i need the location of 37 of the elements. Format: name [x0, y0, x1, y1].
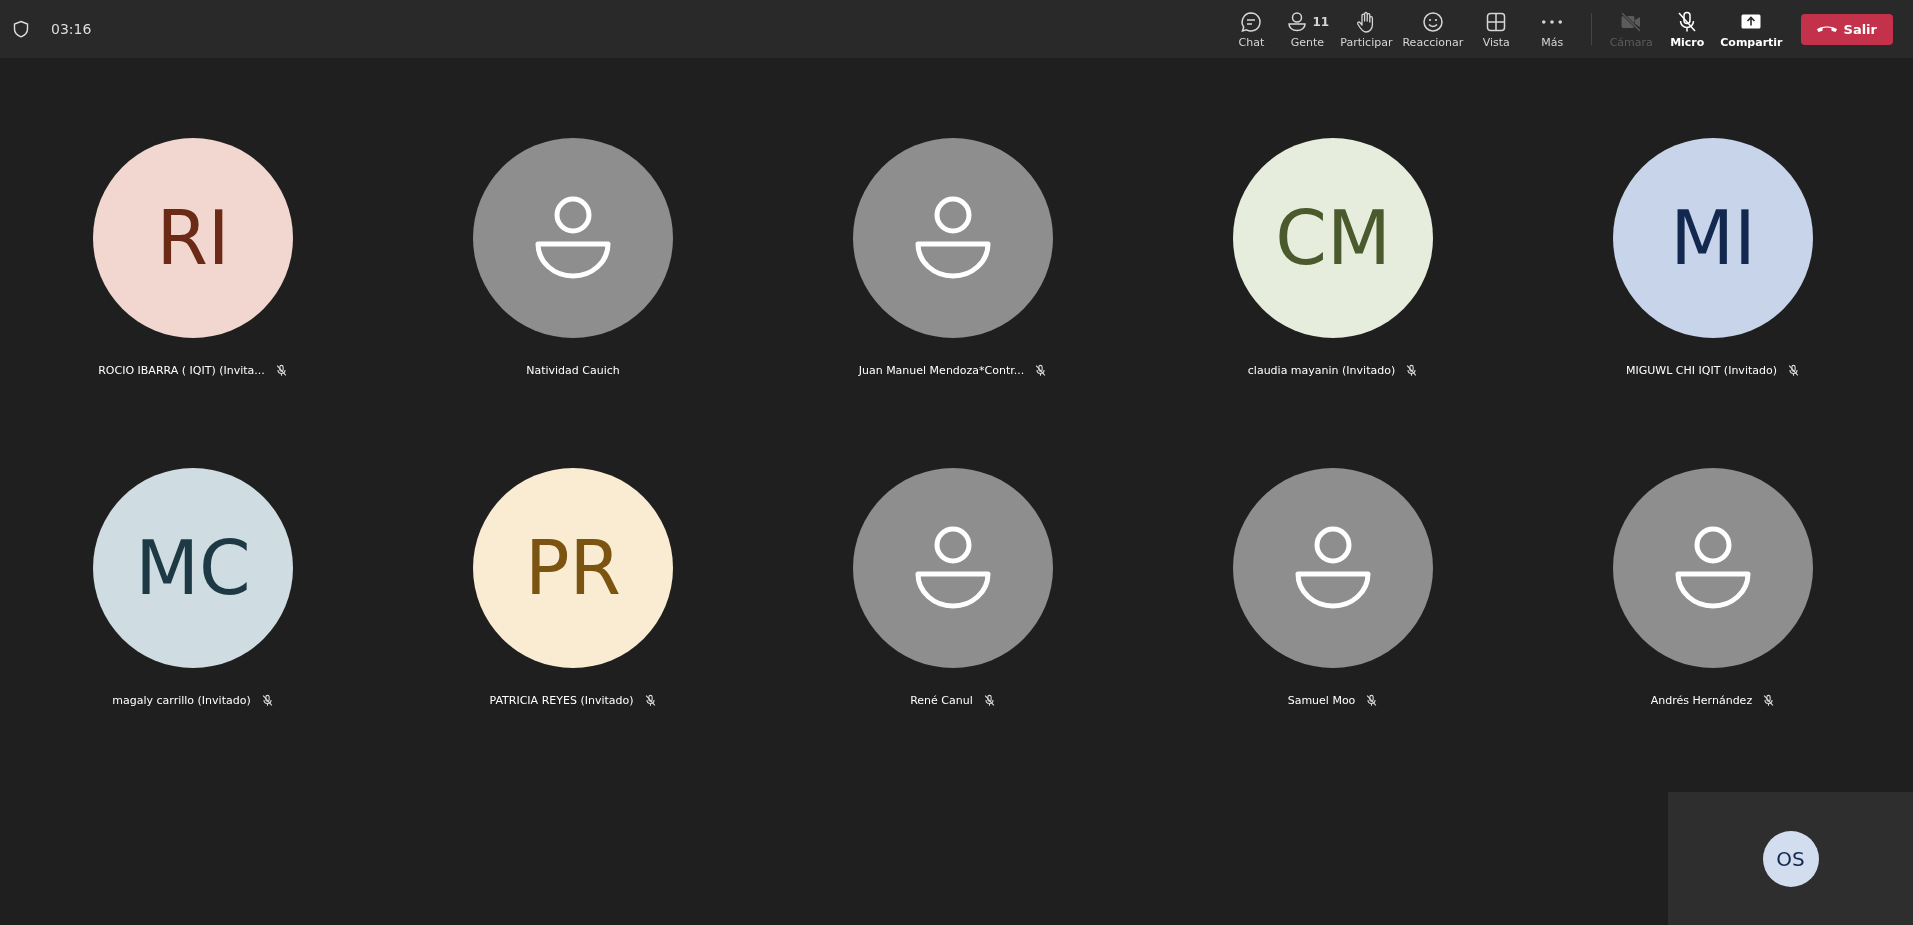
person-icon — [1293, 526, 1373, 610]
participant-name: magaly carrillo (Invitado) — [112, 693, 251, 707]
participant-name: MIGUWL CHI IQIT (Invitado) — [1626, 363, 1777, 377]
participant-name: ROCIO IBARRA ( IQIT) (Invita... — [98, 363, 265, 377]
participant-name: Juan Manuel Mendoza*Contr... — [858, 363, 1025, 377]
participant-name: claudia mayanin (Invitado) — [1247, 363, 1396, 377]
leave-button[interactable]: Salir — [1800, 13, 1893, 45]
people-count: 11 — [1312, 14, 1330, 29]
hand-button[interactable]: Participar — [1336, 7, 1397, 51]
avatar: CM — [1233, 138, 1433, 338]
call-timer: 03:16 — [51, 21, 92, 37]
people-button[interactable]: 11 Gente — [1280, 7, 1335, 51]
hang-up-icon — [1816, 26, 1837, 32]
person-icon — [913, 196, 993, 280]
avatar: MC — [93, 468, 293, 668]
participant-name: PATRICIA REYES (Invitado) — [489, 693, 634, 707]
participant-name: Samuel Moo — [1287, 693, 1356, 707]
avatar: OS — [1762, 830, 1819, 887]
person-icon — [1673, 526, 1753, 610]
react-button[interactable]: Reaccionar — [1398, 7, 1468, 51]
avatar: RI — [93, 138, 293, 338]
share-button[interactable]: Compartir — [1716, 7, 1787, 51]
participant-name: Natividad Cauich — [526, 363, 620, 377]
person-icon — [533, 196, 613, 280]
participant-name: Andrés Hernández — [1650, 693, 1753, 707]
participant-name: René Canul — [910, 693, 973, 707]
avatar: PR — [473, 468, 673, 668]
more-icon — [1542, 19, 1563, 24]
more-button[interactable]: Más — [1525, 7, 1580, 51]
person-icon — [913, 526, 993, 610]
mic-button[interactable]: Micro — [1660, 7, 1715, 51]
view-button[interactable]: Vista — [1469, 7, 1524, 51]
shield-icon — [13, 20, 29, 38]
chat-button[interactable]: Chat — [1224, 7, 1279, 51]
smiley-icon — [1420, 9, 1445, 34]
avatar: MI — [1613, 138, 1813, 338]
chat-icon — [1239, 9, 1264, 34]
